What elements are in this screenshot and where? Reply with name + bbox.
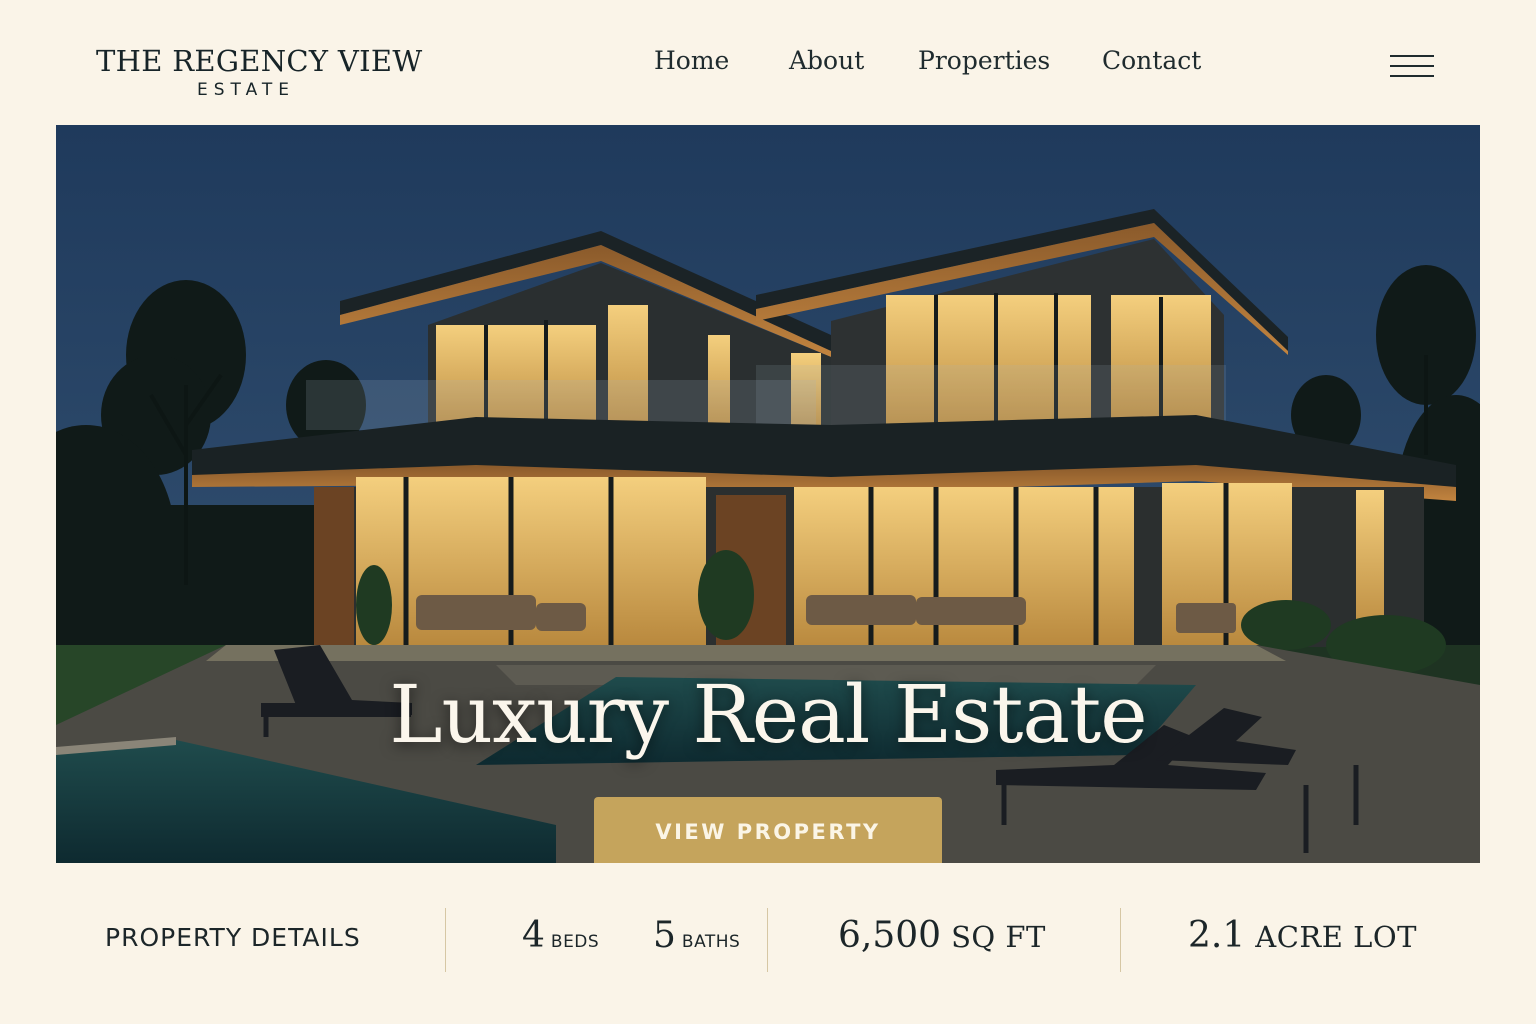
property-details-bar: PROPERTY DETAILS 4 BEDS 5 BATHS 6,500 SQ FT… (0, 890, 1536, 990)
divider (1120, 908, 1121, 972)
beds-unit: BEDS (550, 932, 600, 952)
view-property-button[interactable]: VIEW PROPERTY (594, 797, 942, 863)
beds-stat: 4 BEDS (522, 915, 599, 956)
lot-unit: ACRE LOT (1255, 920, 1417, 954)
brand-subtitle: ESTATE (196, 80, 296, 100)
brand-logo[interactable]: THE REGENCY VIEW ESTATE (96, 44, 423, 100)
baths-unit: BATHS (681, 932, 741, 952)
area-value: 6,500 (838, 915, 942, 956)
baths-value: 5 (653, 915, 676, 956)
area-unit: SQ FT (951, 920, 1046, 954)
lot-stat: 2.1 ACRE LOT (1188, 915, 1417, 956)
divider (767, 908, 768, 972)
brand-title: THE REGENCY VIEW (96, 44, 423, 78)
landing-page: THE REGENCY VIEW ESTATE Home About Prope… (0, 0, 1536, 1024)
nav-about[interactable]: About (789, 46, 864, 75)
lot-value: 2.1 (1188, 915, 1246, 956)
nav-contact[interactable]: Contact (1102, 46, 1201, 75)
hamburger-menu-icon[interactable] (1390, 55, 1434, 79)
nav-home[interactable]: Home (654, 46, 729, 75)
divider (445, 908, 446, 972)
baths-stat: 5 BATHS (653, 915, 740, 956)
nav-properties[interactable]: Properties (918, 46, 1050, 75)
hero-title: Luxury Real Estate (389, 668, 1147, 761)
property-details-label: PROPERTY DETAILS (105, 923, 361, 952)
beds-value: 4 (522, 915, 545, 956)
area-stat: 6,500 SQ FT (838, 915, 1046, 956)
